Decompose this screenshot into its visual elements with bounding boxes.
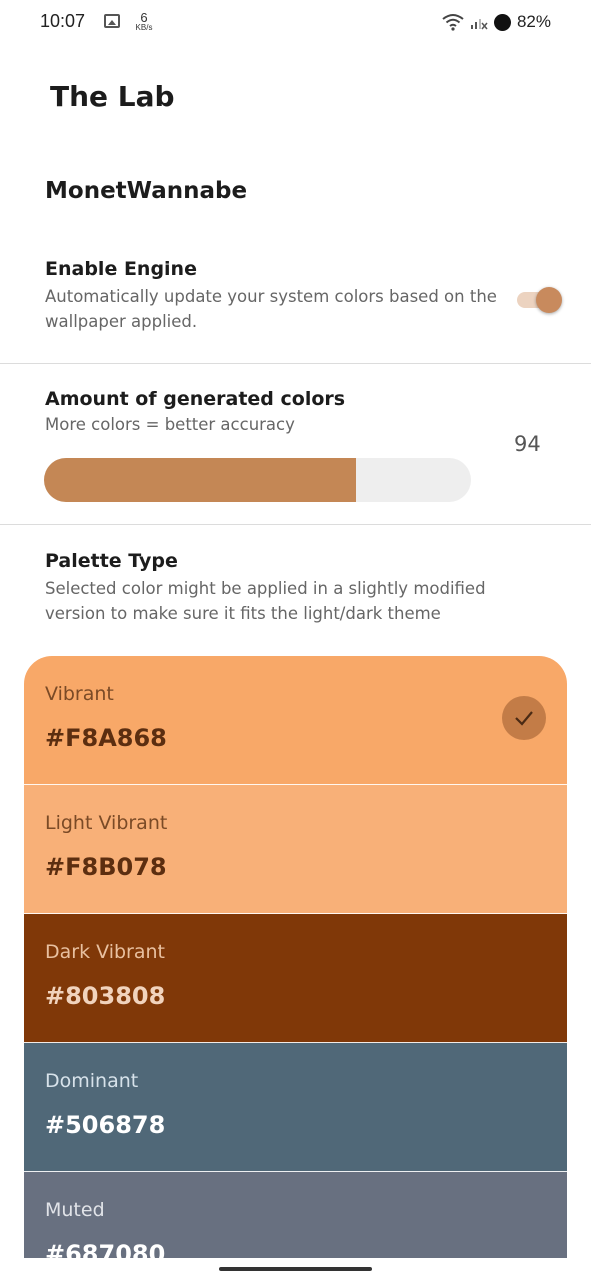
- palette-swatch[interactable]: Light Vibrant #F8B078: [24, 785, 567, 914]
- palette-type-description: Selected color might be applied in a sli…: [45, 579, 486, 623]
- swatch-hex: #687080: [45, 1240, 166, 1258]
- navigation-handle[interactable]: [219, 1267, 372, 1271]
- palette-swatch[interactable]: Dark Vibrant #803808: [24, 914, 567, 1043]
- network-speed-unit: KB/s: [135, 23, 153, 32]
- swatch-name: Dark Vibrant: [45, 941, 165, 963]
- palette-swatch[interactable]: Dominant #506878: [24, 1043, 567, 1172]
- network-speed: 6 KB/s: [132, 11, 156, 32]
- status-bar: 10:07 6 KB/s 82%: [0, 0, 591, 44]
- palette-type-setting: Palette Type Selected color might be app…: [45, 550, 545, 626]
- palette-swatch-list: Vibrant #F8A868 Light Vibrant #F8B078 Dark V…: [24, 656, 567, 1258]
- battery-level: 82%: [516, 12, 551, 31]
- status-time: 10:07: [40, 11, 86, 31]
- colors-amount-slider[interactable]: [44, 458, 471, 502]
- palette-swatch[interactable]: Muted #687080: [24, 1172, 567, 1258]
- battery-icon: [493, 13, 511, 31]
- slider-fill: [44, 458, 356, 502]
- colors-amount-description: More colors = better accuracy: [45, 415, 295, 434]
- signal-icon: [470, 19, 488, 30]
- page-title: The Lab: [50, 80, 175, 113]
- gallery-notification-icon: [104, 14, 120, 28]
- palette-swatch[interactable]: Vibrant #F8A868: [24, 656, 567, 785]
- section-title: MonetWannabe: [45, 178, 248, 204]
- toggle-thumb: [536, 287, 562, 313]
- swatch-hex: #F8B078: [45, 853, 167, 881]
- divider: [0, 524, 591, 525]
- swatch-name: Light Vibrant: [45, 812, 168, 834]
- swatch-hex: #F8A868: [45, 724, 167, 752]
- enable-engine-toggle[interactable]: [517, 287, 565, 313]
- colors-amount-setting: Amount of generated colors More colors =…: [45, 388, 515, 437]
- colors-amount-title: Amount of generated colors: [45, 388, 346, 410]
- enable-engine-description: Automatically update your system colors …: [45, 287, 497, 331]
- check-icon: [502, 696, 546, 740]
- swatch-hex: #506878: [45, 1111, 166, 1139]
- status-right: 82%: [442, 10, 551, 34]
- swatch-name: Muted: [45, 1199, 105, 1221]
- enable-engine-title: Enable Engine: [45, 258, 197, 280]
- enable-engine-setting[interactable]: Enable Engine Automatically update your …: [45, 258, 505, 334]
- swatch-hex: #803808: [45, 982, 166, 1010]
- colors-amount-value: 94: [514, 432, 541, 456]
- divider: [0, 363, 591, 364]
- palette-type-title: Palette Type: [45, 550, 178, 572]
- screen: 10:07 6 KB/s 82% The Lab MonetWannabe En…: [0, 0, 591, 1280]
- wifi-icon: [442, 14, 464, 31]
- swatch-name: Vibrant: [45, 683, 114, 705]
- swatch-name: Dominant: [45, 1070, 139, 1092]
